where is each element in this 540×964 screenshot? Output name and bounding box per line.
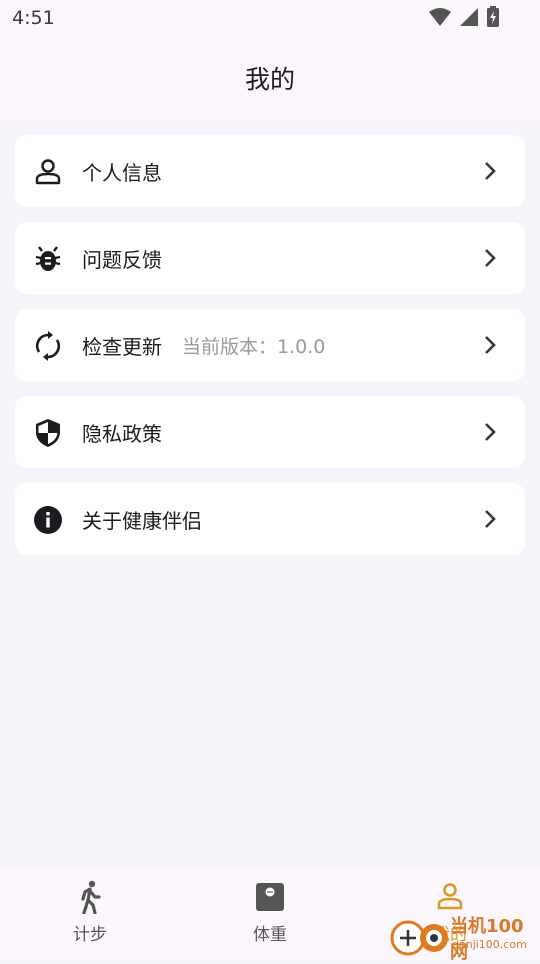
menu-item-label: 问题反馈 [82,247,162,272]
person-icon [437,883,463,910]
menu-item-feedback[interactable]: 问题反馈 [15,222,525,294]
menu-item-privacy[interactable]: 隐私政策 [15,396,525,468]
watermark-logo-icon [390,920,448,956]
menu-item-check-update[interactable]: 检查更新 当前版本：1.0.0 [15,309,525,381]
menu-item-label: 关于健康伴侣 [82,508,202,533]
watermark-url: danji100.com [452,938,527,951]
wifi-icon [429,8,451,26]
walk-icon [81,880,101,914]
status-bar: 4:51 [0,0,540,38]
bug-icon [35,246,61,271]
menu-item-label: 个人信息 [82,160,162,185]
person-icon [35,159,61,185]
menu-item-label: 隐私政策 [82,421,162,446]
nav-label: 体重 [253,925,287,945]
menu-item-label: 检查更新 [82,334,162,359]
chevron-right-icon [485,423,496,441]
app-bar: 我的 [0,38,540,120]
status-icons [428,6,500,28]
shield-icon [36,419,60,447]
menu-item-profile[interactable]: 个人信息 [15,135,525,207]
battery-icon [487,6,499,27]
page-title: 我的 [244,65,295,94]
menu-list: 个人信息 问题反馈 检查更新 当前版本：1.0.0 隐私政策 关于健康伴侣 [15,135,525,570]
signal-icon [460,8,478,26]
chevron-right-icon [485,336,496,354]
version-text: 当前版本：1.0.0 [182,335,326,358]
nav-item-weight[interactable]: 体重 [180,880,360,958]
status-time: 4:51 [12,7,55,29]
info-icon [34,506,62,534]
menu-item-about[interactable]: 关于健康伴侣 [15,483,525,555]
chevron-right-icon [485,162,496,180]
scale-icon [256,883,284,911]
refresh-icon [35,331,61,361]
chevron-right-icon [485,249,496,267]
nav-item-steps[interactable]: 计步 [0,880,180,958]
chevron-right-icon [485,510,496,528]
nav-label: 计步 [73,925,107,945]
watermark: 当机100网 danji100.com [390,914,540,963]
